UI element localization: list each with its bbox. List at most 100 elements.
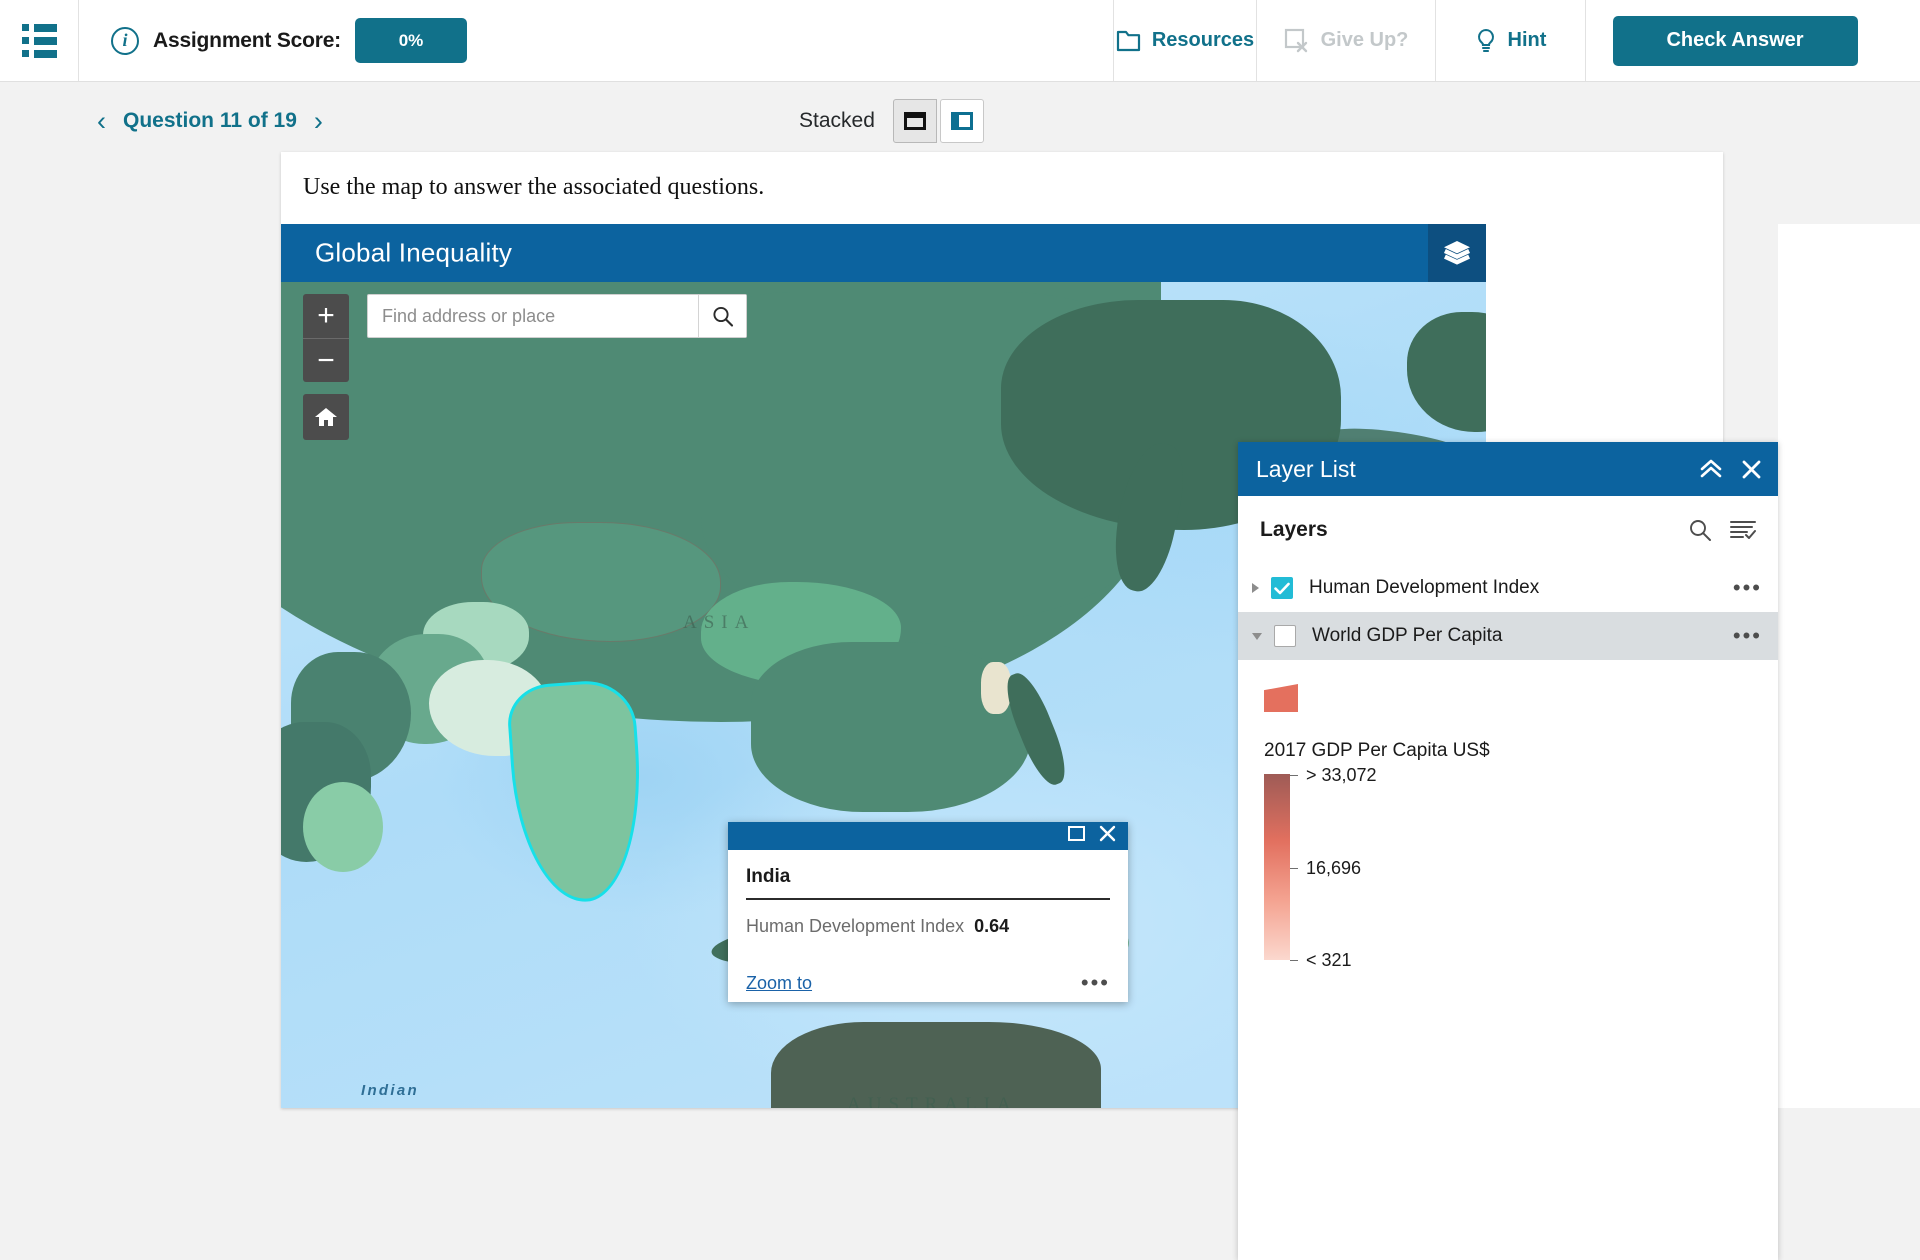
resources-button[interactable]: Resources (1114, 0, 1257, 81)
layer-list-header: Layer List (1238, 442, 1778, 496)
lightbulb-icon (1475, 28, 1497, 54)
tick-label: 16,696 (1306, 858, 1362, 878)
question-navigation-bar: ‹ Question 11 of 19 › Stacked (79, 82, 1920, 160)
land-australia (771, 1022, 1101, 1108)
layers-section-title: Layers (1260, 518, 1328, 541)
layer-list-title: Layer List (1256, 455, 1356, 482)
legend-title: 2017 GDP Per Capita US$ (1264, 740, 1490, 761)
popup-title: India (746, 866, 791, 887)
toolbar-end-spacer (1884, 0, 1920, 81)
home-icon (315, 408, 337, 426)
side-by-side-view-button[interactable] (939, 99, 984, 143)
give-up-button: Give Up? (1257, 0, 1436, 81)
stacked-view-button[interactable] (892, 99, 937, 143)
menu-button[interactable] (0, 0, 79, 81)
zoom-in-button[interactable]: + (303, 294, 349, 338)
legend-color-ramp-group: > 33,072 16,696 < 321 (1264, 765, 1778, 970)
tick-label: < 321 (1306, 950, 1352, 970)
collapse-panel-button[interactable] (1699, 459, 1723, 479)
collapse-layer-icon[interactable] (1252, 632, 1262, 640)
assignment-score-badge[interactable]: 0% (354, 18, 467, 63)
view-mode-toggle (892, 99, 984, 143)
map-header: Global Inequality (281, 224, 1486, 282)
legend-tick-mid: 16,696 (1290, 858, 1361, 879)
layers-toggle-button[interactable] (1428, 224, 1486, 282)
search-submit-button[interactable] (698, 295, 746, 337)
give-up-label: Give Up? (1320, 29, 1409, 51)
hint-label: Hint (1507, 29, 1547, 51)
question-counter: Question 11 of 19 (123, 109, 297, 132)
layer-more-options-icon[interactable]: ••• (1733, 625, 1762, 647)
layer-search-button[interactable] (1688, 518, 1712, 542)
question-content-card: Use the map to answer the associated que… (281, 152, 1920, 1260)
next-question-button[interactable]: › (314, 107, 323, 135)
assignment-score-group: i Assignment Score: 0% (79, 0, 495, 81)
popup-footer: Zoom to ••• (746, 972, 1110, 994)
view-mode-label: Stacked (799, 109, 875, 132)
info-icon[interactable]: i (111, 26, 139, 55)
maximize-icon[interactable] (1068, 826, 1085, 846)
search-input[interactable] (368, 295, 698, 337)
give-up-icon (1284, 28, 1310, 53)
resources-label: Resources (1151, 29, 1255, 51)
map-search-box (367, 294, 747, 338)
layer-visibility-checkbox[interactable] (1271, 577, 1293, 599)
list-check-icon (1730, 521, 1756, 539)
list-menu-icon (21, 23, 57, 58)
zoom-out-button[interactable]: − (303, 338, 349, 382)
layer-row-human-development-index[interactable]: Human Development Index ••• (1238, 564, 1778, 612)
popup-attribute-name: Human Development Index (746, 915, 965, 936)
popup-attribute-row: Human Development Index 0.64 (746, 900, 1110, 937)
layer-filter-button[interactable] (1730, 519, 1756, 541)
legend-ticks: > 33,072 16,696 < 321 (1290, 765, 1510, 970)
feature-popup: India Human Development Index 0.64 Zoom … (728, 822, 1128, 1002)
toolbar-spacer (495, 0, 1114, 81)
question-prompt: Use the map to answer the associated que… (303, 174, 765, 200)
legend-tick-low: < 321 (1290, 950, 1352, 971)
layer-row-world-gdp-per-capita[interactable]: World GDP Per Capita ••• (1238, 612, 1778, 660)
close-icon (1742, 460, 1761, 478)
layer-visibility-checkbox[interactable] (1274, 625, 1296, 647)
land-arabia-south (303, 782, 383, 872)
map-title: Global Inequality (315, 237, 513, 268)
check-answer-cell: Check Answer (1586, 0, 1884, 81)
tick-mark (1290, 867, 1298, 870)
zoom-to-link[interactable]: Zoom to (746, 973, 812, 994)
assignment-score-label: Assignment Score: (153, 28, 341, 52)
popup-header (728, 822, 1128, 850)
layer-more-options-icon[interactable]: ••• (1733, 577, 1762, 599)
layer-label: Human Development Index (1309, 577, 1540, 598)
top-toolbar: i Assignment Score: 0% Resources Give Up… (0, 0, 1920, 82)
close-icon[interactable] (1099, 825, 1116, 847)
popup-body: India Human Development Index 0.64 (728, 850, 1128, 937)
legend-tick-high: > 33,072 (1290, 765, 1377, 786)
chevron-double-up-icon (1700, 459, 1722, 478)
hint-button[interactable]: Hint (1436, 0, 1586, 81)
previous-question-button[interactable]: ‹ (97, 107, 106, 135)
close-panel-button[interactable] (1741, 459, 1762, 480)
side-by-side-layout-icon (950, 112, 973, 130)
layer-legend: 2017 GDP Per Capita US$ > 33,072 16,696 … (1238, 660, 1778, 970)
tick-mark (1290, 774, 1298, 777)
home-extent-button[interactable] (303, 394, 349, 440)
legend-polygon-swatch (1264, 684, 1298, 712)
layers-stack-icon (1444, 241, 1470, 265)
check-answer-button[interactable]: Check Answer (1612, 15, 1858, 66)
search-icon (713, 306, 734, 327)
popup-attribute-value: 0.64 (974, 915, 1010, 936)
tick-mark (1290, 959, 1298, 962)
layers-section-header: Layers (1238, 496, 1778, 564)
view-mode-group: Stacked (799, 99, 984, 143)
folder-icon (1116, 29, 1141, 52)
expand-layer-icon[interactable] (1252, 583, 1259, 593)
legend-color-ramp (1264, 774, 1290, 960)
popup-more-options-icon[interactable]: ••• (1081, 972, 1110, 994)
secondary-blank-pane (1778, 224, 1920, 1108)
zoom-controls: + − (303, 294, 349, 382)
layer-label: World GDP Per Capita (1312, 625, 1503, 646)
search-icon (1690, 520, 1711, 541)
tick-label: > 33,072 (1306, 765, 1377, 785)
stacked-layout-icon (903, 112, 926, 130)
layer-list-panel: Layer List Layers Human Development Inde… (1238, 442, 1778, 1260)
question-nav-group: ‹ Question 11 of 19 › (97, 107, 323, 135)
